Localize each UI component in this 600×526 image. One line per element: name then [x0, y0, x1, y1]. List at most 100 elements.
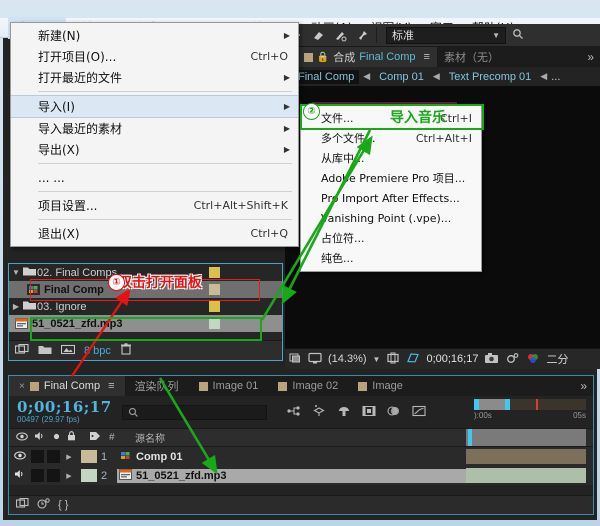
- timeline-tab-image-02[interactable]: Image 02: [268, 376, 348, 396]
- submenu-item-vanishing-point[interactable]: Vanishing Point (.vpe)...: [301, 208, 481, 228]
- toggle-transparency-grid-icon[interactable]: [289, 352, 302, 367]
- search-input[interactable]: [121, 404, 267, 420]
- breadcrumb-text-precomp-01[interactable]: Text Precomp 01: [444, 70, 537, 84]
- bit-depth-label[interactable]: 8 bpc: [84, 345, 111, 357]
- proportional-grid-icon[interactable]: [406, 352, 420, 367]
- new-folder-icon[interactable]: [38, 344, 52, 358]
- menu-item-export[interactable]: 导出(X) ▶: [11, 139, 298, 160]
- chevron-down-icon[interactable]: ▼: [373, 355, 381, 364]
- submenu-item-pro-import-after-effects[interactable]: Pro Import After Effects...: [301, 188, 481, 208]
- layer-name-cell[interactable]: 51_0521_zfd.mp3: [117, 468, 481, 483]
- timeline-control-bar[interactable]: 0;00;16;17 00497 (29.97 fps)):00s 05s: [9, 396, 593, 428]
- twirl-right-icon[interactable]: ▶: [63, 453, 75, 461]
- view-layout-label[interactable]: 二分: [546, 351, 568, 367]
- roto-brush-icon[interactable]: [329, 25, 351, 45]
- close-icon[interactable]: ×: [19, 381, 25, 392]
- eye-icon[interactable]: [14, 451, 28, 463]
- playhead-icon[interactable]: [468, 429, 472, 446]
- search-icon[interactable]: [512, 28, 524, 43]
- new-comp-icon[interactable]: [14, 343, 29, 358]
- composition-mini-flowchart-icon[interactable]: [287, 405, 301, 420]
- channel-rgb-icon[interactable]: [526, 352, 540, 367]
- project-settings-icon[interactable]: [60, 344, 76, 358]
- table-row[interactable]: ▶ 1 Comp 01 无 ▼: [9, 447, 593, 466]
- project-panel-footer[interactable]: 8 bpc: [9, 340, 282, 360]
- file-menu-dropdown[interactable]: 新建(N) ▶ 打开项目(O)... Ctrl+O 打开最近的文件 ▶ 导入(I…: [10, 22, 299, 247]
- timeline-panel[interactable]: × Final Comp ≡ 渲染队列 Image 01 Image 02 Im…: [8, 375, 594, 515]
- breadcrumb-more[interactable]: ...: [551, 71, 560, 83]
- audio-toggle[interactable]: [31, 450, 44, 463]
- project-row-audio-file[interactable]: 51_0521_zfd.mp3: [9, 315, 282, 332]
- frame-blending-icon[interactable]: [362, 405, 376, 420]
- menu-item-project-settings[interactable]: 项目设置... Ctrl+Alt+Shift+K: [11, 195, 298, 216]
- submenu-item-premiere-pro-project[interactable]: Adobe Premiere Pro 项目...: [301, 168, 481, 188]
- timeline-timecode-group[interactable]: 0;00;16;17 00497 (29.97 fps): [17, 399, 112, 425]
- audio-icon[interactable]: [14, 469, 28, 482]
- submenu-item-from-library[interactable]: 从库中...: [301, 148, 481, 168]
- menu-item-new[interactable]: 新建(N) ▶: [11, 25, 298, 46]
- twirl-right-icon[interactable]: ▶: [9, 302, 23, 311]
- navigator-handle-left[interactable]: [474, 399, 479, 410]
- table-row[interactable]: ▶ 2 51_0521_zfd.mp3 无 ▼: [9, 466, 593, 485]
- navigator-handle-right[interactable]: [505, 399, 510, 410]
- tools-toolbar[interactable]: 标准 ▼: [285, 24, 600, 47]
- label-color-swatch[interactable]: [209, 318, 220, 329]
- panel-menu-icon[interactable]: ≡: [424, 51, 430, 63]
- time-navigator-bar[interactable]: [474, 399, 586, 410]
- project-row-folder-final-comps[interactable]: ▼ 02. Final Comps: [9, 264, 282, 281]
- menu-item-open-project[interactable]: 打开项目(O)... Ctrl+O: [11, 46, 298, 67]
- submenu-item-multiple-files[interactable]: 多个文件... Ctrl+Alt+I: [301, 128, 481, 148]
- breadcrumb-comp-01[interactable]: Comp 01: [374, 70, 429, 84]
- zoom-level[interactable]: (14.3%): [328, 353, 367, 365]
- workspace-selector[interactable]: 标准 ▼: [386, 26, 506, 44]
- timeline-footer[interactable]: { }: [9, 495, 593, 514]
- timeline-tab-final-comp[interactable]: × Final Comp ≡: [9, 376, 125, 396]
- tabs-overflow-icon[interactable]: »: [587, 50, 600, 64]
- display-monitor-icon[interactable]: [308, 352, 322, 367]
- puppet-pin-icon[interactable]: [351, 25, 373, 45]
- current-time-display[interactable]: 0;00;16;17: [17, 399, 112, 415]
- menu-item-import-recent-footage[interactable]: 导入最近的素材 ▶: [11, 118, 298, 139]
- menu-item-open-recent[interactable]: 打开最近的文件 ▶: [11, 67, 298, 88]
- label-color-swatch[interactable]: [209, 284, 220, 295]
- frame-render-time-icon[interactable]: [37, 498, 50, 512]
- viewer-timecode[interactable]: 0;00;16;17: [426, 353, 478, 365]
- solo-toggle[interactable]: [31, 469, 44, 482]
- solo-toggle[interactable]: [47, 450, 60, 463]
- lock-toggle[interactable]: [47, 469, 60, 482]
- layer-label-color[interactable]: [81, 469, 97, 482]
- label-color-swatch[interactable]: [209, 267, 220, 278]
- expression-icon[interactable]: { }: [58, 499, 68, 511]
- tab-final-comp[interactable]: × 🔒 合成 Final Comp ≡: [285, 47, 437, 67]
- breadcrumb-final-comp[interactable]: Final Comp: [293, 69, 360, 84]
- tab-footage[interactable]: 素材（无）: [437, 47, 506, 67]
- timeline-ruler[interactable]: [466, 429, 586, 446]
- lock-icon[interactable]: 🔒: [317, 52, 329, 63]
- timeline-tab-render-queue[interactable]: 渲染队列: [125, 376, 189, 396]
- label-color-swatch[interactable]: [209, 301, 220, 312]
- motion-blur-icon[interactable]: [387, 405, 401, 420]
- layer-switches[interactable]: ▶: [9, 469, 81, 482]
- delete-icon[interactable]: [120, 343, 132, 358]
- project-panel[interactable]: ▼ 02. Final Comps Final Comp ▶ 03. Ignor…: [8, 263, 283, 361]
- camera-icon[interactable]: [484, 352, 499, 367]
- timeline-tab-image-01[interactable]: Image 01: [189, 376, 269, 396]
- layer-name-cell[interactable]: Comp 01: [117, 449, 483, 464]
- twirl-down-icon[interactable]: ▼: [9, 268, 23, 277]
- project-row-folder-ignore[interactable]: ▶ 03. Ignore: [9, 298, 282, 315]
- submenu-item-file[interactable]: 文件... Ctrl+I: [301, 108, 481, 128]
- tabs-overflow-icon[interactable]: »: [580, 379, 593, 393]
- time-navigator[interactable]: ):00s 05s: [474, 399, 586, 420]
- project-row-final-comp[interactable]: Final Comp: [9, 281, 282, 298]
- hide-shy-layers-icon[interactable]: [337, 405, 351, 420]
- composition-breadcrumb[interactable]: Final Comp ◀ Comp 01 ◀ Text Precomp 01 ◀…: [285, 67, 600, 86]
- menu-item-import[interactable]: 导入(I) ▶: [11, 95, 298, 118]
- region-of-interest-icon[interactable]: [386, 352, 400, 367]
- toggle-switches-modes-icon[interactable]: [15, 497, 29, 512]
- graph-editor-icon[interactable]: [412, 405, 426, 420]
- twirl-right-icon[interactable]: ▶: [63, 472, 75, 480]
- layer-duration-bar[interactable]: [466, 468, 586, 483]
- timeline-tab-image-03[interactable]: Image: [348, 376, 413, 396]
- submenu-item-solid[interactable]: 纯色...: [301, 248, 481, 268]
- eraser-icon[interactable]: [307, 25, 329, 45]
